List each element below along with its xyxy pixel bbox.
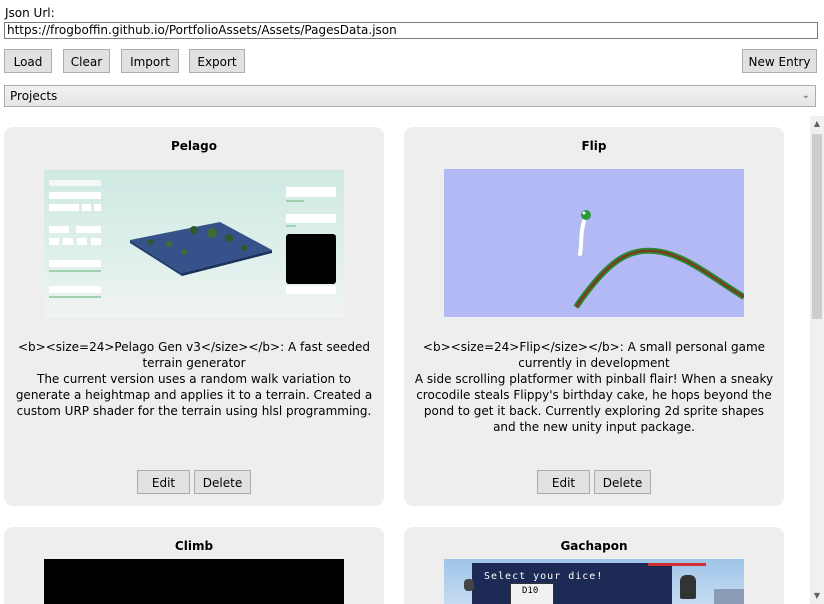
json-url-label: Json Url: [5,6,55,20]
scrollbar-thumb[interactable] [812,134,822,319]
clear-button[interactable]: Clear [63,49,110,73]
edit-button[interactable]: Edit [537,470,590,494]
project-card-gachapon: Gachapon Select your dice! D10 [404,527,784,604]
delete-button[interactable]: Delete [194,470,251,494]
scroll-down-icon[interactable]: ▼ [810,588,824,604]
edit-button[interactable]: Edit [137,470,190,494]
project-card-pelago: Pelago <b><size=24>Pelago Gen v3</size><… [4,127,384,506]
card-thumbnail: Select your dice! D10 [444,559,744,604]
vertical-scrollbar[interactable]: ▲ ▼ [810,116,824,604]
card-title: Flip [581,139,607,153]
delete-button[interactable]: Delete [594,470,651,494]
dice-select-text: Select your dice! [484,571,604,582]
card-description: <b><size=24>Flip</size></b>: A small per… [414,340,774,434]
new-entry-button[interactable]: New Entry [742,49,817,73]
card-description: <b><size=24>Pelago Gen v3</size></b>: A … [15,340,373,418]
import-button[interactable]: Import [121,49,179,73]
card-title: Gachapon [560,539,628,553]
export-button[interactable]: Export [189,49,245,73]
project-card-flip: Flip <b><size=24>Flip</size></b>: A smal… [404,127,784,506]
category-select-value: Projects [10,89,58,103]
chevron-down-icon: ⌄ [801,90,810,101]
project-card-climb: Climb [4,527,384,604]
card-title: Pelago [171,139,217,153]
card-thumbnail [44,170,344,318]
load-button[interactable]: Load [4,49,52,73]
dice-d10-label: D10 [522,586,539,596]
json-url-input[interactable]: https://frogboffin.github.io/PortfolioAs… [4,22,818,39]
card-thumbnail [44,559,344,604]
category-select[interactable]: Projects ⌄ [4,85,816,107]
card-title: Climb [174,539,214,553]
card-thumbnail [444,169,744,317]
scroll-up-icon[interactable]: ▲ [810,116,824,132]
